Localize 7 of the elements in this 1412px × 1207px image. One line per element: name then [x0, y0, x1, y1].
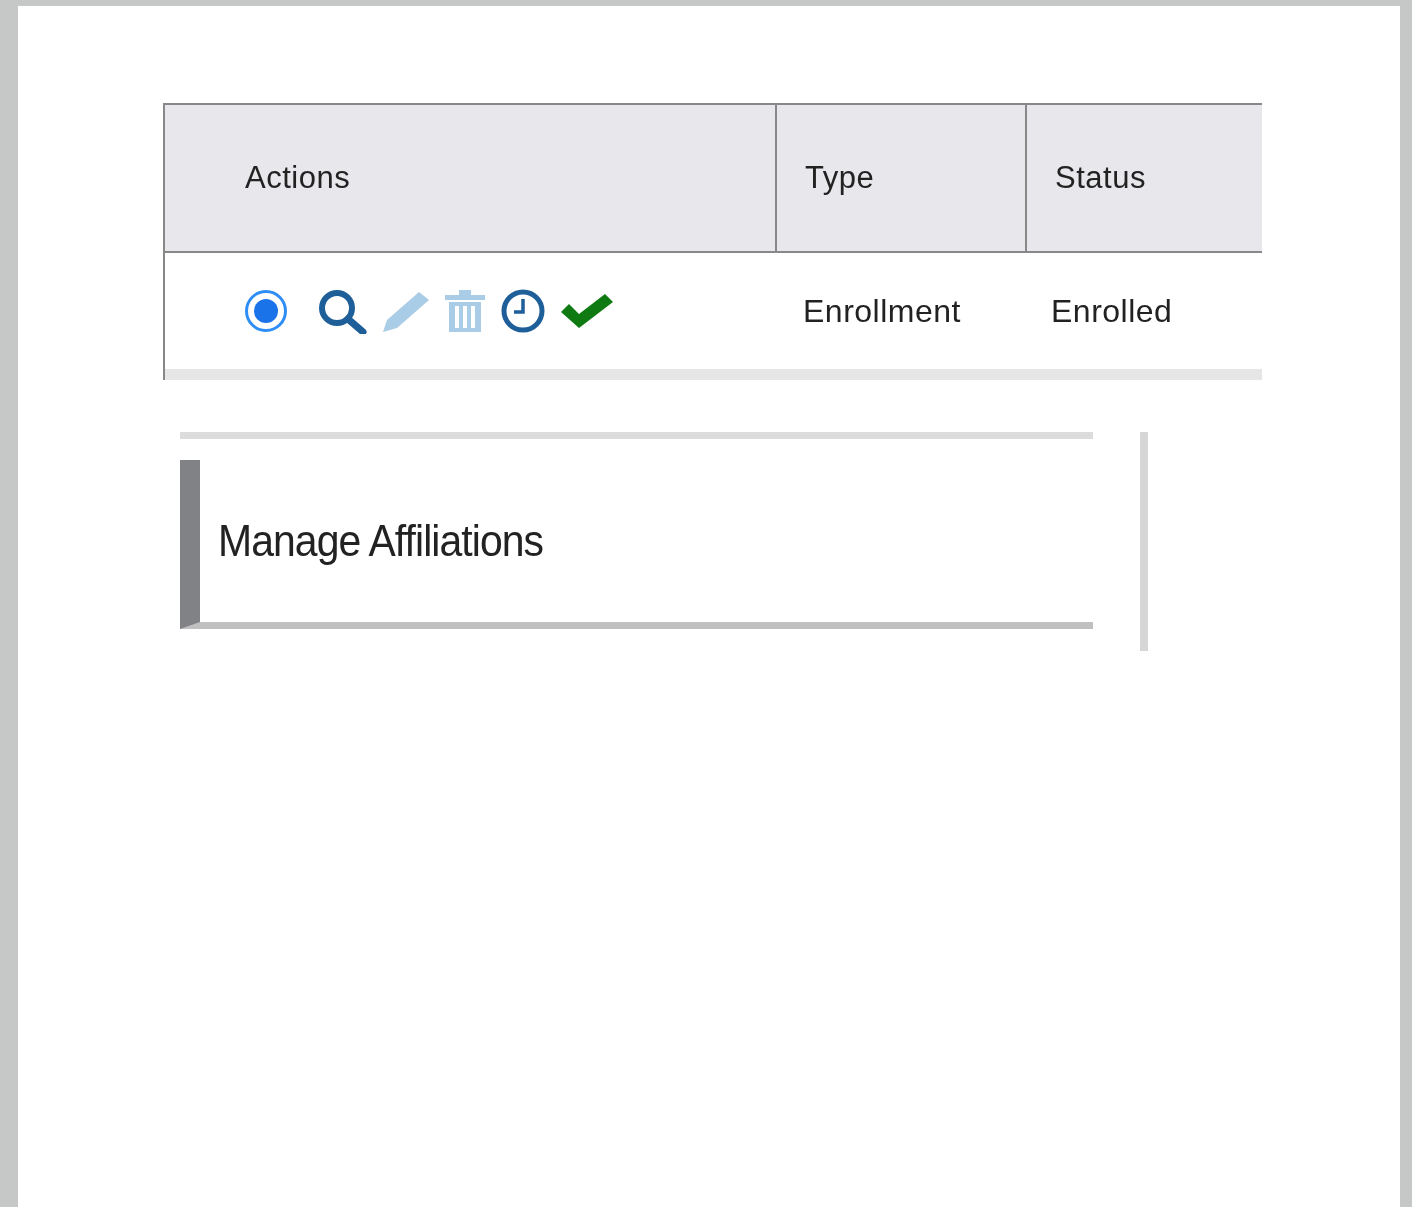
table-cell: Enrollment: [775, 253, 1025, 380]
column-header[interactable]: Type: [775, 105, 1025, 253]
column-header[interactable]: Status: [1025, 105, 1262, 253]
radio-button[interactable]: [245, 290, 287, 332]
panel-title: Manage Affiliations: [218, 514, 544, 567]
column-header[interactable]: Actions: [165, 105, 775, 253]
table-cell: Enrolled: [1025, 253, 1262, 380]
